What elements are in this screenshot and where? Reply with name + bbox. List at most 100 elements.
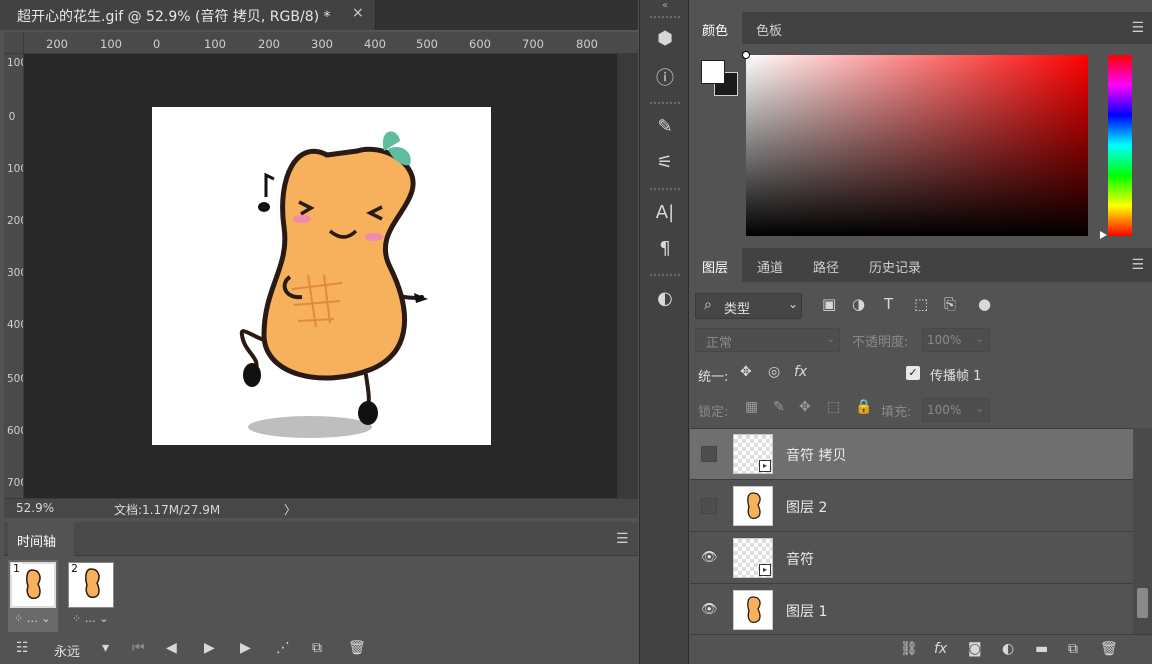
trash-icon[interactable]: 🗑 — [348, 640, 366, 656]
scrollbar-thumb[interactable] — [1137, 588, 1148, 618]
layer-filter-select[interactable]: ⌕ 类型 ⌄ — [695, 293, 802, 319]
brush-settings-icon[interactable]: ⚟ — [640, 152, 690, 173]
unify-position-icon[interactable]: ✥ — [740, 364, 752, 380]
previous-frame-icon[interactable]: ◀ — [166, 640, 177, 656]
lock-all-icon[interactable]: 🔒 — [855, 399, 872, 415]
adjustments-icon[interactable]: ◐ — [640, 288, 690, 309]
duplicate-frame-icon[interactable]: ⧉ — [312, 640, 322, 656]
layer-row[interactable]: 👁 ▸ 音符 — [690, 533, 1133, 584]
chevron-down-icon[interactable]: ▾ — [102, 640, 109, 656]
paragraph-icon[interactable]: ¶ — [640, 238, 690, 259]
propagate-frame-checkbox[interactable]: ✓ — [906, 366, 920, 380]
filter-smart-object-icon[interactable]: ⎘ — [944, 295, 956, 313]
fill-value: 100% — [927, 403, 962, 417]
next-frame-icon[interactable]: ▶ — [240, 640, 251, 656]
blend-mode-select[interactable]: 正常 ⌄ — [695, 328, 840, 352]
layer-thumbnail — [733, 486, 773, 526]
color-picker-cursor[interactable] — [742, 51, 750, 59]
fill-input[interactable]: 100% ⌄ — [922, 398, 990, 422]
frame-delay-icon: ⁘ — [14, 612, 24, 625]
zoom-level[interactable]: 52.9% — [16, 501, 54, 515]
artboard-canvas[interactable] — [152, 107, 491, 445]
brush-presets-icon[interactable]: ✎ — [640, 116, 690, 137]
canvas-scrollbar[interactable] — [617, 54, 638, 498]
tab-color-label: 颜色 — [702, 24, 729, 39]
layers-scrollbar[interactable] — [1133, 428, 1152, 634]
hue-slider-marker[interactable] — [1100, 231, 1107, 239]
tab-paths[interactable]: 路径 — [813, 257, 839, 276]
tab-channels[interactable]: 通道 — [757, 257, 783, 276]
close-icon[interactable]: × — [352, 5, 364, 21]
frame-delay[interactable]: ⁘ … ⌄ — [72, 612, 108, 625]
3d-cube-icon[interactable]: ⬢ — [640, 28, 690, 49]
color-picker-field[interactable] — [746, 55, 1088, 236]
lock-artboard-icon[interactable]: ⬚ — [827, 399, 840, 415]
trash-icon[interactable]: 🗑 — [1100, 641, 1118, 657]
timeline-convert-icon[interactable]: ☷ — [16, 640, 29, 656]
panel-menu-icon[interactable]: ☰ — [1131, 20, 1144, 36]
unify-style-icon[interactable]: fx — [794, 364, 807, 380]
fx-icon[interactable]: fx — [934, 641, 947, 657]
character-icon[interactable]: A| — [640, 202, 690, 223]
layer-name[interactable]: 图层 2 — [786, 497, 827, 517]
mask-icon[interactable]: ◙ — [968, 641, 982, 657]
tween-icon[interactable]: ⋰ — [276, 640, 290, 656]
layer-name[interactable]: 音符 — [786, 549, 814, 569]
document-tab[interactable]: 超开心的花生.gif @ 52.9% (音符 拷贝, RGB/8) * × — [0, 0, 376, 30]
visibility-toggle[interactable] — [701, 498, 717, 514]
tab-swatches[interactable]: 色板 — [756, 20, 782, 39]
unify-label: 统一: — [698, 370, 729, 385]
eye-icon[interactable]: 👁 — [701, 602, 718, 618]
frame-delay-value: … — [26, 612, 38, 625]
horizontal-ruler[interactable]: 200 100 0 100 200 300 400 500 600 700 80… — [24, 32, 638, 54]
status-menu-arrow[interactable]: 〉 — [284, 501, 296, 518]
ruler-tick-label: 100 — [204, 37, 226, 51]
info-icon[interactable]: ⓘ — [640, 64, 690, 90]
link-icon[interactable]: ⛓ — [900, 641, 918, 657]
filter-type-icon[interactable]: T — [884, 295, 893, 313]
unify-visibility-icon[interactable]: ◎ — [768, 364, 780, 380]
lock-position-icon[interactable]: ✥ — [799, 399, 811, 415]
tab-timeline[interactable]: 时间轴 — [8, 522, 74, 556]
panel-menu-icon[interactable]: ☰ — [616, 531, 629, 547]
foreground-color-swatch[interactable] — [701, 60, 725, 84]
eye-icon[interactable]: 👁 — [701, 550, 718, 566]
ruler-tick-label: 200 — [258, 37, 280, 51]
hue-slider[interactable] — [1108, 55, 1132, 236]
tab-history[interactable]: 历史记录 — [869, 257, 921, 276]
vertical-ruler[interactable]: 100 0 100 200 300 400 500 600 700 — [4, 54, 24, 498]
frame-delay-icon: ⁘ — [72, 612, 82, 625]
new-layer-icon[interactable]: ⧉ — [1068, 641, 1078, 657]
opacity-input[interactable]: 100% ⌄ — [922, 328, 990, 352]
layer-row[interactable]: 👁 图层 1 — [690, 585, 1133, 636]
first-frame-icon[interactable]: ⏮ — [132, 640, 145, 656]
frame-delay[interactable]: ⁘ … ⌄ — [14, 612, 50, 625]
layer-row[interactable]: ▸ 音符 拷贝 — [690, 429, 1133, 480]
layer-name[interactable]: 图层 1 — [786, 601, 827, 621]
play-icon[interactable]: ▶ — [204, 640, 215, 656]
blend-mode-value: 正常 — [706, 336, 733, 351]
ruler-tick-label: 0 — [8, 111, 16, 123]
filter-adjustment-icon[interactable]: ◑ — [852, 295, 865, 313]
visibility-toggle[interactable] — [701, 446, 717, 462]
panel-icon-strip: « ⬢ ⓘ ✎ ⚟ A| ¶ ◐ — [639, 0, 689, 664]
collapse-icon[interactable]: « — [640, 0, 690, 11]
lock-transparent-icon[interactable]: ▦ — [745, 399, 758, 415]
tab-layers[interactable]: 图层 — [690, 248, 742, 282]
chevron-down-icon: ⌄ — [975, 332, 985, 345]
tab-color[interactable]: 颜色 — [690, 12, 742, 44]
layer-name[interactable]: 音符 拷贝 — [786, 445, 846, 465]
layer-thumbnail — [733, 590, 773, 630]
filter-pixel-icon[interactable]: ▣ — [822, 295, 836, 313]
filter-shape-icon[interactable]: ⬚ — [914, 295, 928, 313]
folder-icon[interactable]: ▬ — [1035, 641, 1048, 657]
timeline-frame[interactable]: 1 ⁘ … ⌄ — [8, 560, 58, 632]
adjustment-layer-icon[interactable]: ◐ — [1002, 641, 1014, 657]
loop-select[interactable]: 永远 — [54, 641, 80, 660]
timeline-frame[interactable]: 2 ⁘ … ⌄ — [66, 560, 116, 632]
panel-menu-icon[interactable]: ☰ — [1131, 257, 1144, 273]
filter-toggle-icon[interactable]: ● — [978, 295, 991, 313]
lock-image-icon[interactable]: ✎ — [773, 399, 785, 415]
layer-row[interactable]: 图层 2 — [690, 481, 1133, 532]
layer-filter-label: 类型 — [724, 302, 751, 317]
